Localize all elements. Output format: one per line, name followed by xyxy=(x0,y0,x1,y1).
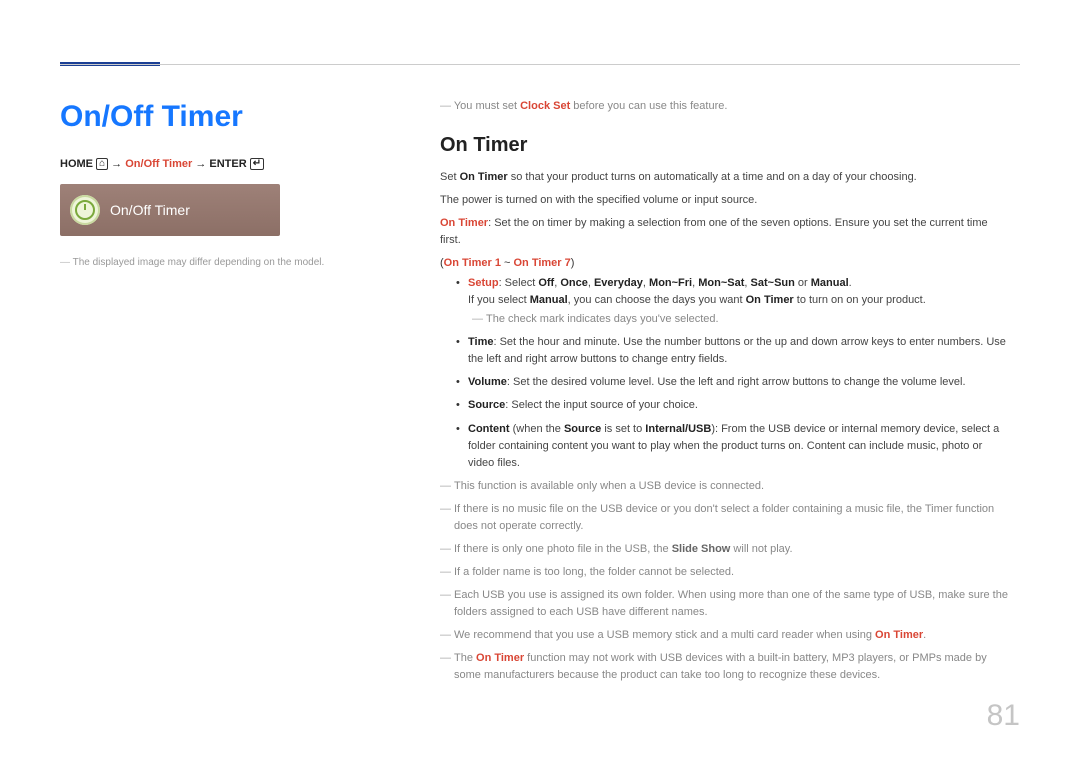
timer-range: (On Timer 1 ~ On Timer 7) xyxy=(440,257,1010,269)
source-label: Source xyxy=(468,399,505,411)
home-icon: ⌂ xyxy=(96,158,108,170)
n1: This function is available only when a U… xyxy=(440,478,1010,495)
sl2-manual: Manual xyxy=(530,294,568,306)
cwb: is set to xyxy=(601,423,645,435)
sl2a: If you select xyxy=(468,294,530,306)
n7: The On Timer function may not work with … xyxy=(440,650,1010,684)
n4: If a folder name is too long, the folder… xyxy=(440,564,1010,581)
volume-text: : Set the desired volume level. Use the … xyxy=(507,376,966,388)
breadcrumb: HOME ⌂ → On/Off Timer → ENTER ↵ xyxy=(60,158,400,170)
range-a: On Timer 1 xyxy=(444,257,501,269)
n2: If there is no music file on the USB dev… xyxy=(440,501,1010,535)
right-column: You must set Clock Set before you can us… xyxy=(440,100,1020,690)
sl2b: , you can choose the days you want xyxy=(568,294,746,306)
model-disclaimer: The displayed image may differ depending… xyxy=(60,256,400,270)
content-label: Content xyxy=(468,423,510,435)
opt-monsat: Mon~Sat xyxy=(698,277,744,289)
opt-off: Off xyxy=(538,277,554,289)
bc-enter: ENTER xyxy=(209,158,246,170)
sl2c: to turn on on your product. xyxy=(794,294,926,306)
n3a: If there is only one photo file in the U… xyxy=(454,543,672,555)
enter-icon: ↵ xyxy=(250,158,264,170)
n7b: function may not work with USB devices w… xyxy=(454,652,987,681)
time-label: Time xyxy=(468,336,493,348)
opt-setup: Setup: Select Off, Once, Everyday, Mon~F… xyxy=(456,275,1010,328)
n6: We recommend that you use a USB memory s… xyxy=(440,627,1010,644)
note-text-b: before you can use this feature. xyxy=(570,100,727,112)
manual-page: On/Off Timer HOME ⌂ → On/Off Timer → ENT… xyxy=(0,0,1080,763)
thumbnail-label: On/Off Timer xyxy=(110,202,190,218)
sl2-ontimer: On Timer xyxy=(746,294,794,306)
opt-manual: Manual xyxy=(811,277,849,289)
range-mid: ~ xyxy=(501,257,514,269)
timer-icon xyxy=(70,195,100,225)
p2: The power is turned on with the specifie… xyxy=(440,192,1010,209)
p3-text: : Set the on timer by making a selection… xyxy=(440,217,988,246)
range-b: On Timer 7 xyxy=(513,257,570,269)
n3-emph: Slide Show xyxy=(672,543,731,555)
p-end: . xyxy=(849,277,852,289)
n6b: . xyxy=(923,629,926,641)
time-text: : Set the hour and minute. Use the numbe… xyxy=(468,336,1006,365)
bc-arrow1: → xyxy=(111,158,122,170)
n6-emph: On Timer xyxy=(875,629,923,641)
setup-sub: The check mark indicates days you've sel… xyxy=(472,311,1010,328)
note-text-a: You must set xyxy=(454,100,520,112)
opt-once: Once xyxy=(560,277,588,289)
content-internal: Internal/USB xyxy=(645,423,711,435)
content-columns: On/Off Timer HOME ⌂ → On/Off Timer → ENT… xyxy=(60,100,1020,690)
opt-volume: Volume: Set the desired volume level. Us… xyxy=(456,374,1010,391)
options-list: Setup: Select Off, Once, Everyday, Mon~F… xyxy=(440,275,1010,471)
n3: If there is only one photo file in the U… xyxy=(440,541,1010,558)
top-rule xyxy=(60,64,1020,65)
setup-sel: : Select xyxy=(499,277,539,289)
opt-time: Time: Set the hour and minute. Use the n… xyxy=(456,334,1010,368)
opt-or: or xyxy=(795,277,811,289)
p1-a: Set xyxy=(440,171,460,183)
n3b: will not play. xyxy=(730,543,792,555)
usb-notes: This function is available only when a U… xyxy=(440,478,1010,684)
setup-subnote: The check mark indicates days you've sel… xyxy=(468,311,1010,328)
bc-path: On/Off Timer xyxy=(125,158,192,170)
page-number: 81 xyxy=(987,699,1020,733)
opt-source: Source: Select the input source of your … xyxy=(456,397,1010,414)
section-title: On Timer xyxy=(440,134,1010,157)
paren-b: ) xyxy=(571,257,575,269)
volume-label: Volume xyxy=(468,376,507,388)
opt-monfri: Mon~Fri xyxy=(649,277,692,289)
clockset-note: You must set Clock Set before you can us… xyxy=(440,100,1010,112)
n7-emph: On Timer xyxy=(476,652,524,664)
bc-home: HOME xyxy=(60,158,93,170)
n7a: The xyxy=(454,652,476,664)
source-text: : Select the input source of your choice… xyxy=(505,399,698,411)
setup-label: Setup xyxy=(468,277,499,289)
n6a: We recommend that you use a USB memory s… xyxy=(454,629,875,641)
opt-content: Content (when the Source is set to Inter… xyxy=(456,421,1010,472)
timer-icon-inner xyxy=(75,200,95,220)
bc-arrow2: → xyxy=(195,158,206,170)
opt-every: Everyday xyxy=(594,277,643,289)
p3-label: On Timer xyxy=(440,217,488,229)
p1-b: so that your product turns on automatica… xyxy=(508,171,917,183)
page-title: On/Off Timer xyxy=(60,100,400,134)
left-column: On/Off Timer HOME ⌂ → On/Off Timer → ENT… xyxy=(60,100,400,690)
content-src: Source xyxy=(564,423,601,435)
n5: Each USB you use is assigned its own fol… xyxy=(440,587,1010,621)
opt-satsun: Sat~Sun xyxy=(751,277,795,289)
p1-emph: On Timer xyxy=(460,171,508,183)
menu-thumbnail: On/Off Timer xyxy=(60,184,280,236)
p1: Set On Timer so that your product turns … xyxy=(440,169,1010,186)
p3: On Timer: Set the on timer by making a s… xyxy=(440,215,1010,249)
note-emph: Clock Set xyxy=(520,100,570,112)
cwa: (when the xyxy=(510,423,564,435)
